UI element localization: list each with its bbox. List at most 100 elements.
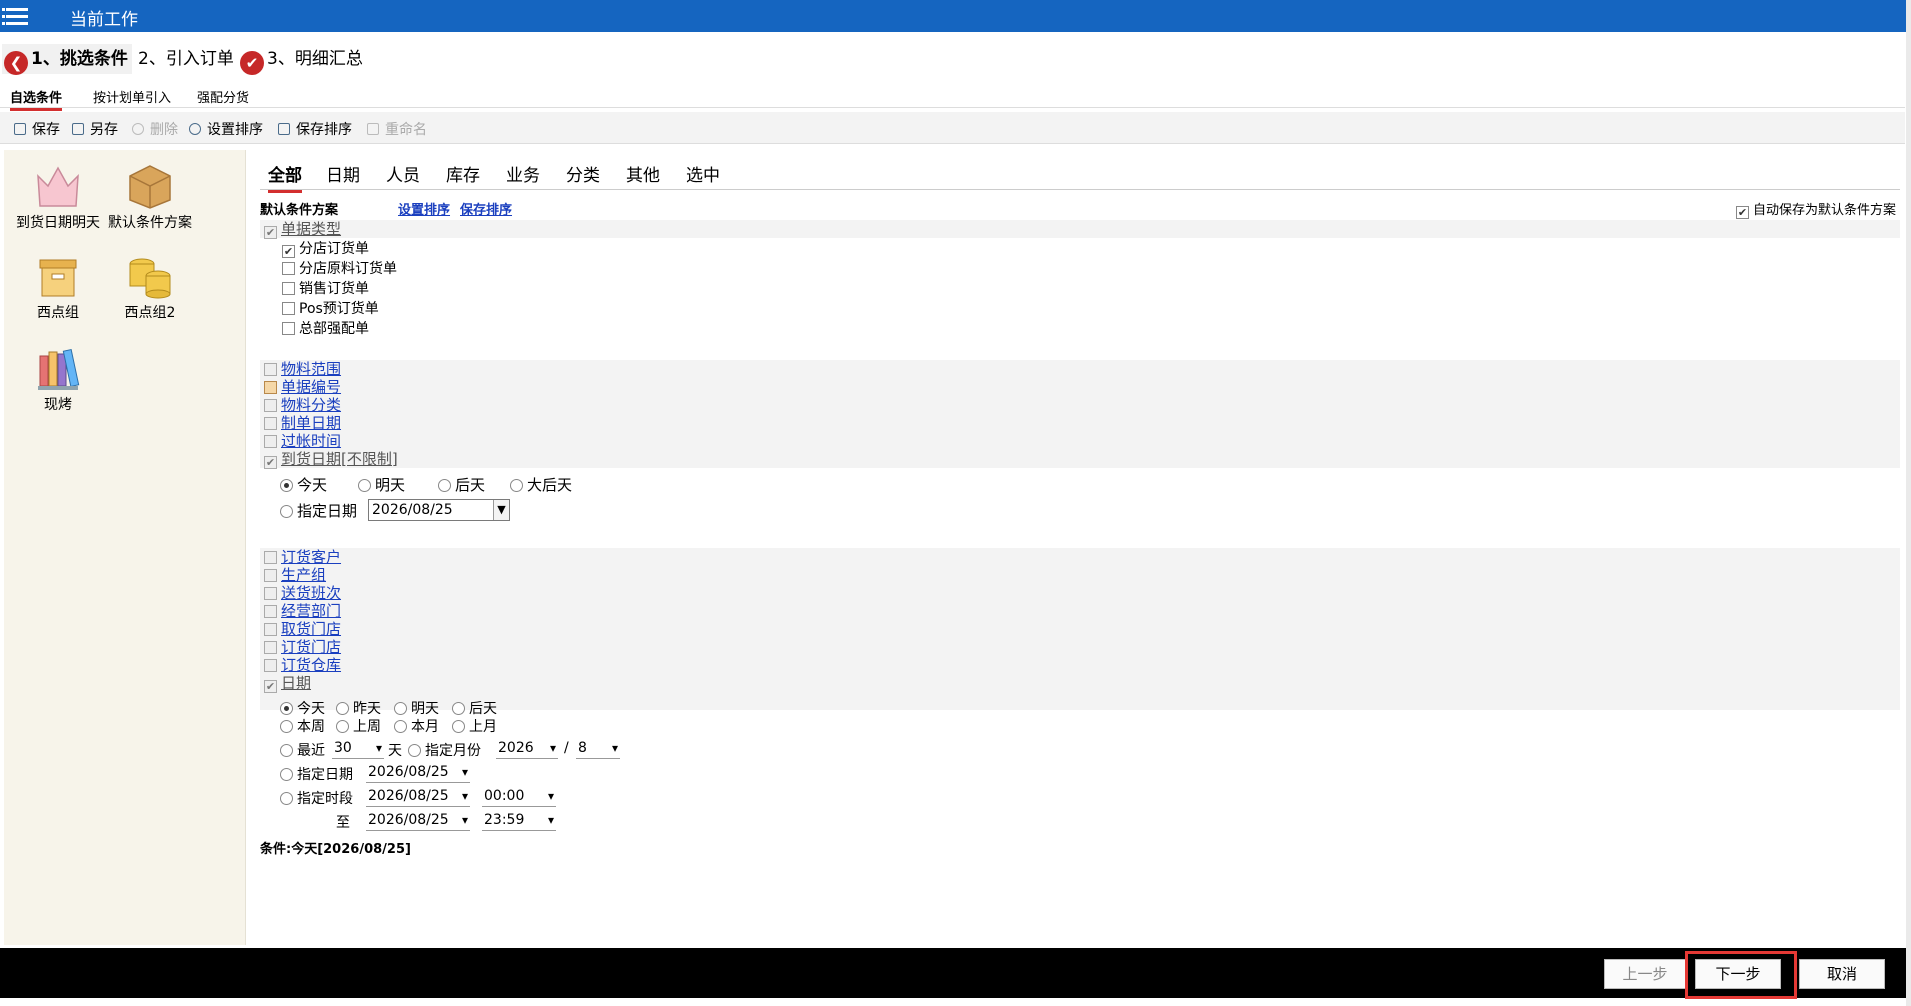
radio[interactable] bbox=[394, 702, 407, 715]
checkbox[interactable] bbox=[282, 262, 295, 275]
set-sort-link[interactable]: 设置排序 bbox=[398, 199, 450, 218]
radio[interactable] bbox=[510, 479, 523, 492]
radio-last-week[interactable]: 上周 bbox=[336, 716, 381, 736]
option-pos-preorder[interactable]: Pos预订货单 bbox=[282, 300, 379, 318]
month-select[interactable]: 8 bbox=[576, 738, 620, 759]
checkbox[interactable] bbox=[282, 302, 295, 315]
scheme-fresh-baked[interactable]: 现烤 bbox=[12, 344, 104, 415]
radio-specify-date[interactable]: 指定日期 bbox=[280, 764, 353, 784]
radio[interactable] bbox=[336, 702, 349, 715]
condition-arrival-date[interactable]: ✔ 到货日期[不限制] bbox=[264, 450, 398, 469]
condition-order-store[interactable]: 订货门店 bbox=[264, 638, 341, 656]
radio-arrival-day-after[interactable]: 后天 bbox=[438, 474, 485, 495]
radio[interactable] bbox=[280, 505, 293, 518]
checkbox[interactable] bbox=[264, 623, 277, 636]
set-sort-button[interactable]: 设置排序 bbox=[189, 119, 263, 139]
condition-department[interactable]: 经营部门 bbox=[264, 602, 341, 620]
radio-date-day-after[interactable]: 后天 bbox=[452, 698, 497, 718]
radio-specify-period[interactable]: 指定时段 bbox=[280, 788, 353, 808]
radio[interactable] bbox=[394, 720, 407, 733]
condition-material-category[interactable]: 物料分类 bbox=[264, 396, 341, 414]
radio-last-month[interactable]: 上月 bbox=[452, 716, 497, 736]
tab-plan-import[interactable]: 按计划单引入 bbox=[93, 87, 171, 106]
radio[interactable] bbox=[452, 702, 465, 715]
doc-type-condition[interactable]: ✔ 单据类型 bbox=[264, 220, 341, 239]
radio[interactable] bbox=[452, 720, 465, 733]
condition-material-range[interactable]: 物料范围 bbox=[264, 360, 341, 378]
checkbox[interactable] bbox=[282, 322, 295, 335]
radio[interactable] bbox=[280, 792, 293, 805]
condition-posting-time[interactable]: 过帐时间 bbox=[264, 432, 341, 450]
tab-selected[interactable]: 选中 bbox=[686, 161, 720, 186]
cancel-button[interactable]: 取消 bbox=[1799, 959, 1885, 989]
checkbox-checked[interactable]: ✔ bbox=[264, 680, 277, 693]
save-as-button[interactable]: 另存 bbox=[72, 119, 118, 139]
prev-step-button[interactable]: 上一步 bbox=[1604, 959, 1686, 989]
radio-arrival-specify[interactable]: 指定日期 bbox=[280, 500, 357, 521]
tab-custom-conditions[interactable]: 自选条件 bbox=[10, 87, 63, 111]
radio[interactable] bbox=[280, 744, 293, 757]
window-scrollbar[interactable] bbox=[1906, 0, 1911, 1006]
tab-other[interactable]: 其他 bbox=[626, 161, 660, 186]
radio-arrival-today[interactable]: 今天 bbox=[280, 474, 327, 495]
checkbox[interactable] bbox=[264, 363, 277, 376]
checkbox[interactable] bbox=[264, 659, 277, 672]
calendar-dropdown-icon[interactable]: ▼ bbox=[493, 500, 509, 520]
checkbox-checked[interactable]: ✔ bbox=[1735, 206, 1749, 219]
year-select[interactable]: 2026 bbox=[496, 738, 558, 759]
scheme-pastry-group[interactable]: 西点组 bbox=[12, 252, 104, 323]
checkbox[interactable] bbox=[282, 282, 295, 295]
checkbox[interactable] bbox=[264, 551, 277, 564]
checkbox[interactable] bbox=[264, 641, 277, 654]
radio[interactable] bbox=[280, 720, 293, 733]
option-branch-material-order[interactable]: 分店原料订货单 bbox=[282, 260, 397, 278]
condition-date[interactable]: ✔ 日期 bbox=[264, 674, 311, 693]
tab-business[interactable]: 业务 bbox=[506, 161, 540, 186]
save-sort-button[interactable]: 保存排序 bbox=[278, 119, 352, 139]
step-2[interactable]: 2、引入订单 bbox=[136, 44, 234, 74]
radio-selected[interactable] bbox=[280, 479, 293, 492]
step-3[interactable]: ✔ 3、明细汇总 bbox=[238, 44, 363, 75]
delete-button[interactable]: 删除 bbox=[132, 119, 178, 139]
checkbox-checked[interactable]: ✔ bbox=[264, 226, 277, 239]
radio-arrival-tomorrow[interactable]: 明天 bbox=[358, 474, 405, 495]
option-hq-forced[interactable]: 总部强配单 bbox=[282, 320, 369, 338]
condition-delivery-shift[interactable]: 送货班次 bbox=[264, 584, 341, 602]
period-end-time[interactable]: 23:59 bbox=[482, 810, 556, 831]
option-branch-order[interactable]: ✔ 分店订货单 bbox=[282, 240, 369, 258]
radio-this-month[interactable]: 本月 bbox=[394, 716, 439, 736]
scheme-default[interactable]: 默认条件方案 bbox=[104, 162, 196, 233]
rename-button[interactable]: 重命名 bbox=[367, 119, 427, 139]
radio[interactable] bbox=[438, 479, 451, 492]
tab-date[interactable]: 日期 bbox=[326, 161, 360, 186]
specify-date-select[interactable]: 2026/08/25 bbox=[366, 762, 470, 783]
autosave-checkbox[interactable]: ✔ 自动保存为默认条件方案 bbox=[1735, 199, 1896, 219]
checkbox[interactable] bbox=[264, 605, 277, 618]
checkbox[interactable] bbox=[264, 587, 277, 600]
radio-recent-days[interactable]: 最近 bbox=[280, 740, 325, 760]
period-start-date[interactable]: 2026/08/25 bbox=[366, 786, 470, 807]
menu-icon[interactable] bbox=[2, 4, 28, 26]
radio-arrival-third-day[interactable]: 大后天 bbox=[510, 474, 572, 495]
checkbox-checked[interactable]: ✔ bbox=[264, 456, 277, 469]
radio-this-week[interactable]: 本周 bbox=[280, 716, 325, 736]
period-start-time[interactable]: 00:00 bbox=[482, 786, 556, 807]
checkbox[interactable] bbox=[264, 569, 277, 582]
radio[interactable] bbox=[336, 720, 349, 733]
tab-all[interactable]: 全部 bbox=[268, 161, 302, 193]
tab-forced-allocation[interactable]: 强配分货 bbox=[197, 87, 249, 106]
checkbox[interactable] bbox=[264, 381, 277, 394]
radio[interactable] bbox=[358, 479, 371, 492]
save-sort-link[interactable]: 保存排序 bbox=[460, 199, 512, 218]
radio-specify-month[interactable]: 指定月份 bbox=[408, 740, 481, 760]
radio[interactable] bbox=[280, 768, 293, 781]
scheme-arrival-tomorrow[interactable]: 到货日期明天 bbox=[12, 162, 104, 233]
checkbox[interactable] bbox=[264, 417, 277, 430]
arrival-date-picker[interactable]: 2026/08/25 ▼ bbox=[368, 499, 510, 521]
condition-order-warehouse[interactable]: 订货仓库 bbox=[264, 656, 341, 674]
option-sales-order[interactable]: 销售订货单 bbox=[282, 280, 369, 298]
condition-production-group[interactable]: 生产组 bbox=[264, 566, 326, 584]
tab-inventory[interactable]: 库存 bbox=[446, 161, 480, 186]
radio-selected[interactable] bbox=[280, 702, 293, 715]
radio-date-today[interactable]: 今天 bbox=[280, 698, 325, 718]
